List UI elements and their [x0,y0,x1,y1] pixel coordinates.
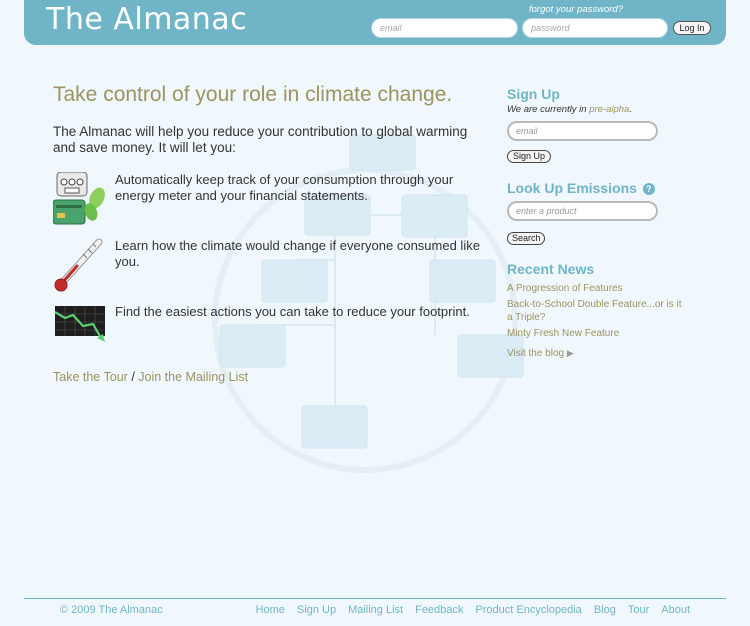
copyright: © 2009 The Almanac [60,604,163,616]
take-tour-link[interactable]: Take the Tour [53,370,128,384]
mailing-list-link[interactable]: Join the Mailing List [138,370,248,384]
help-icon[interactable]: ? [642,183,655,195]
status-value: pre-alpha [589,104,630,115]
footer-link-about[interactable]: About [661,604,690,616]
thermometer-icon [54,238,103,292]
footer-link-blog[interactable]: Blog [594,604,616,616]
call-to-action: Take the Tour / Join the Mailing List [53,370,248,384]
feature-item: Automatically keep track of your consump… [53,172,483,228]
login-password-input[interactable] [522,18,668,38]
footer-link-product-encyclopedia[interactable]: Product Encyclopedia [475,604,581,616]
news-link[interactable]: Minty Fresh New Feature [507,328,619,339]
feature-text: Find the easiest actions you can take to… [115,304,470,319]
list-item: Minty Fresh New Feature [507,327,687,340]
visit-blog-link[interactable]: Visit the blog ▶ [507,348,574,359]
news-link[interactable]: Back-to-School Double Feature...or is it… [507,299,682,323]
site-header: The Almanac forgot your password? Log In [24,0,726,45]
lookup-heading: Look Up Emissions ? [507,180,655,196]
signup-email-input[interactable] [507,121,658,141]
news-list: A Progression of Features Back-to-School… [507,282,687,343]
footer-link-tour[interactable]: Tour [628,604,649,616]
status-suffix: . [629,104,632,115]
feature-item: Find the easiest actions you can take to… [53,304,483,360]
forgot-password-link[interactable]: forgot your password? [529,4,623,15]
signup-heading: Sign Up [507,86,560,102]
page-title: Take control of your role in climate cha… [53,83,453,106]
login-email-input[interactable] [371,18,518,38]
visit-blog-label: Visit the blog [507,348,565,359]
footer-nav: Home Sign Up Mailing List Feedback Produ… [256,604,690,616]
news-link[interactable]: A Progression of Features [507,283,623,294]
footer-divider [24,598,726,599]
background-diagram [212,134,524,473]
feature-text: Automatically keep track of your consump… [115,172,454,203]
declining-graph-icon [54,306,105,342]
status-prefix: We are currently in [507,104,590,115]
site-logo[interactable]: The Almanac [46,2,247,37]
footer-link-home[interactable]: Home [256,604,285,616]
intro-text: The Almanac will help you reduce your co… [53,124,468,155]
footer-link-mailing-list[interactable]: Mailing List [348,604,403,616]
meter-and-card-icon [53,172,105,225]
login-button[interactable]: Log In [673,21,711,35]
recent-news-heading: Recent News [507,261,595,277]
feature-item: Learn how the climate would change if ev… [53,238,483,294]
search-button[interactable]: Search [507,232,545,245]
footer-link-feedback[interactable]: Feedback [415,604,463,616]
arrow-right-icon: ▶ [566,348,574,358]
footer-link-signup[interactable]: Sign Up [297,604,336,616]
signup-button[interactable]: Sign Up [507,150,551,163]
list-item: A Progression of Features [507,282,687,295]
list-item: Back-to-School Double Feature...or is it… [507,298,687,324]
lookup-heading-label: Look Up Emissions [507,180,637,196]
status-note: We are currently in pre-alpha. [507,104,632,115]
cta-separator: / [131,370,135,384]
feature-text: Learn how the climate would change if ev… [115,238,480,269]
product-search-input[interactable] [507,201,658,221]
